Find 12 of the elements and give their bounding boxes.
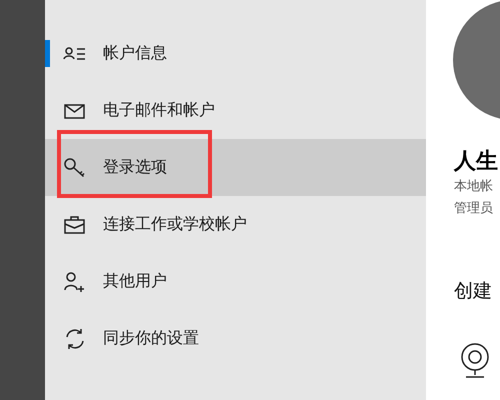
account-name: 人生	[454, 148, 499, 176]
account-detail: 管理员	[454, 200, 494, 218]
key-icon	[63, 156, 87, 180]
nav-item[interactable]: 电子邮件和帐户	[45, 82, 426, 139]
nav-item[interactable]: 连接工作或学校帐户	[45, 196, 426, 253]
account-detail: 本地帐	[454, 178, 494, 196]
nav-item[interactable]: 其他用户	[45, 253, 426, 310]
nav-item[interactable]: 同步你的设置	[45, 310, 426, 367]
nav-item[interactable]: 登录选项	[45, 139, 426, 196]
section-title: 创建	[454, 279, 493, 304]
nav-item[interactable]: 帐户信息	[45, 25, 426, 82]
person-add-icon	[63, 270, 87, 294]
